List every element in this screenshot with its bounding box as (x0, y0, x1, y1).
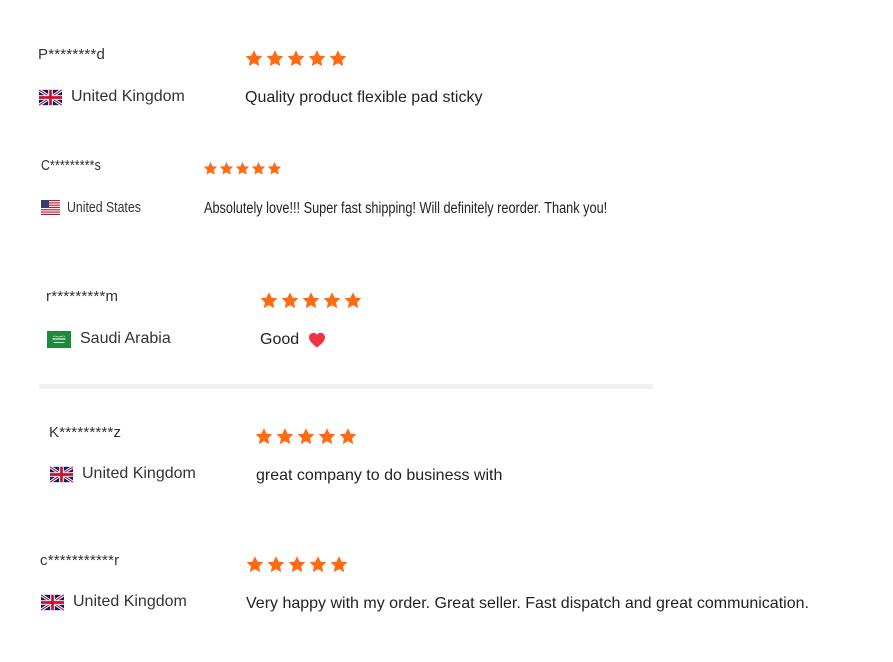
review-comment: Good (260, 331, 326, 349)
star-rating (203, 160, 282, 177)
star-icon (296, 427, 316, 446)
reviewer-name: c***********r (40, 552, 120, 569)
country-label: Saudi Arabia (80, 330, 171, 347)
reviewer-country: United States (41, 199, 157, 216)
star-icon (343, 291, 363, 310)
star-icon (251, 160, 266, 177)
star-icon (329, 555, 349, 574)
star-icon (286, 49, 306, 68)
reviewer-name: K*********z (49, 424, 122, 441)
star-icon (322, 291, 342, 310)
reviewer-country: United Kingdom (50, 465, 196, 483)
star-icon (219, 160, 234, 177)
us-flag-icon (41, 200, 60, 215)
section-divider (39, 384, 653, 389)
heart-icon (308, 332, 326, 348)
uk-flag-icon (39, 88, 62, 106)
review-comment: Quality product flexible pad sticky (245, 89, 483, 106)
country-label: United Kingdom (73, 593, 187, 610)
star-icon (317, 427, 337, 446)
star-icon (244, 49, 264, 68)
star-icon (287, 555, 307, 574)
country-label: United States (67, 199, 141, 216)
star-icon (267, 160, 282, 177)
star-rating (244, 49, 348, 68)
reviewer-name: C*********s (41, 157, 101, 174)
star-icon (203, 160, 218, 177)
star-icon (338, 427, 358, 446)
saudi-flag-icon (47, 330, 71, 348)
star-icon (245, 555, 265, 574)
star-rating (254, 427, 358, 446)
uk-flag-icon (41, 593, 64, 611)
star-icon (307, 49, 327, 68)
reviewer-country: United Kingdom (39, 88, 185, 106)
uk-flag-icon (50, 465, 73, 483)
star-icon (301, 291, 321, 310)
reviewer-name: r*********m (46, 288, 119, 305)
star-icon (265, 49, 285, 68)
review-comment: great company to do business with (256, 467, 503, 484)
review-comment: Very happy with my order. Great seller. … (246, 595, 809, 612)
country-label: United Kingdom (82, 465, 196, 482)
star-icon (259, 291, 279, 310)
star-icon (266, 555, 286, 574)
reviewer-name: P********d (38, 46, 106, 63)
star-icon (308, 555, 328, 574)
star-rating (245, 555, 349, 574)
review-comment: Absolutely love!!! Super fast shipping! … (204, 200, 608, 217)
star-icon (235, 160, 250, 177)
reviewer-country: United Kingdom (41, 593, 187, 611)
star-icon (280, 291, 300, 310)
star-rating (259, 291, 363, 310)
star-icon (254, 427, 274, 446)
star-icon (328, 49, 348, 68)
star-icon (275, 427, 295, 446)
country-label: United Kingdom (71, 88, 185, 105)
comment-text: Good (260, 331, 300, 348)
reviewer-country: Saudi Arabia (47, 330, 171, 348)
